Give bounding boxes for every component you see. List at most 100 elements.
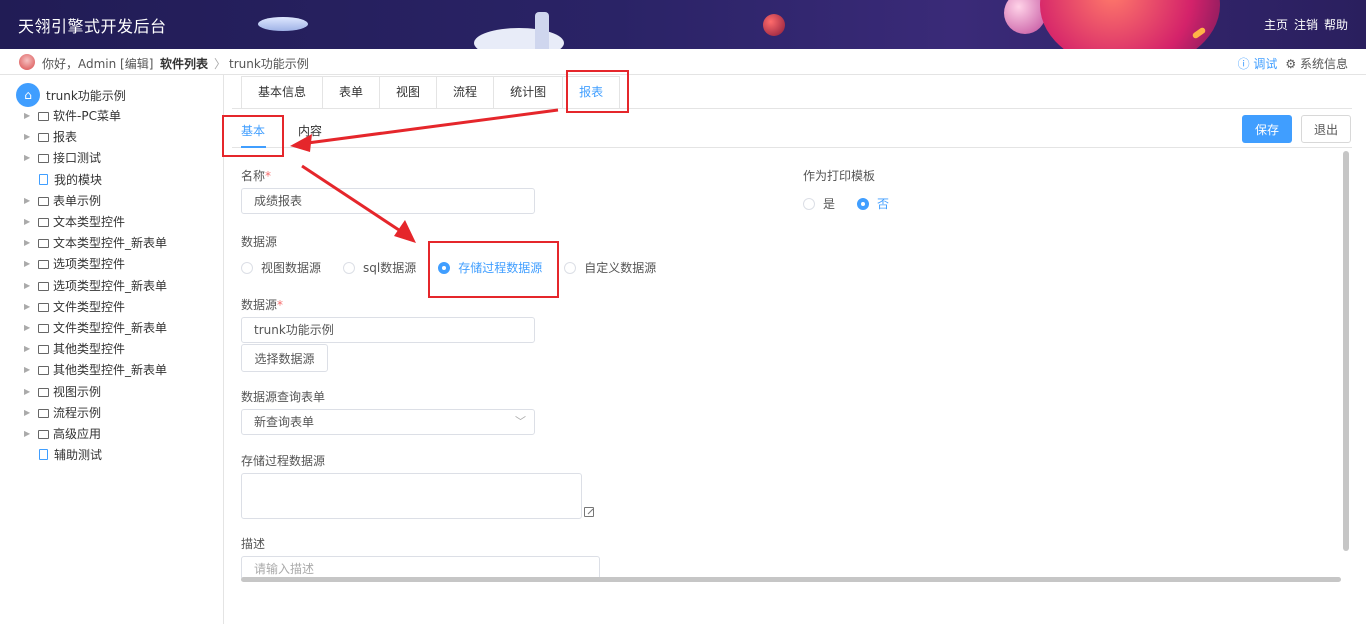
horizontal-scrollbar[interactable] <box>241 577 1341 582</box>
datasource-label: 数据源* <box>241 296 283 313</box>
caret-right-icon[interactable]: ▶ <box>24 281 38 290</box>
required-mark: * <box>277 298 284 312</box>
tree-item[interactable]: ▶ 软件-PC菜单 <box>24 105 219 126</box>
arrow-head <box>394 220 416 243</box>
tree-item-label: 选项类型控件 <box>53 257 126 272</box>
caret-right-icon[interactable]: ▶ <box>24 429 38 438</box>
tree-item[interactable]: ▶ 文件类型控件 <box>24 296 219 317</box>
folder-icon <box>38 323 49 333</box>
tab-basic-info[interactable]: 基本信息 <box>242 77 324 108</box>
name-label: 名称* <box>241 167 271 184</box>
breadcrumb-software-list[interactable]: 软件列表 <box>160 55 208 72</box>
caret-right-icon[interactable]: ▶ <box>24 111 38 120</box>
tree-item[interactable]: ▶辅助测试 <box>24 444 219 465</box>
vertical-scrollbar[interactable] <box>1343 151 1349 551</box>
print-no-radio[interactable]: 否 <box>857 195 889 212</box>
tree-item[interactable]: ▶ 其他类型控件 <box>24 338 219 359</box>
document-icon <box>39 449 48 461</box>
print-template-radios: 是 否 <box>803 195 911 212</box>
tower-illustration <box>535 12 549 49</box>
tab-flow[interactable]: 流程 <box>437 77 495 108</box>
caret-right-icon[interactable]: ▶ <box>24 302 38 311</box>
nav-home-link[interactable]: 主页 <box>1264 16 1288 33</box>
print-yes-radio[interactable]: 是 <box>803 195 835 212</box>
radio-circle <box>803 197 815 210</box>
print-template-label: 作为打印模板 <box>803 169 876 183</box>
caret-right-icon[interactable]: ▶ <box>24 323 38 332</box>
planet-illustration <box>1040 0 1220 49</box>
tree-list: ▶软件-PC菜单 ▶报表 ▶接口测试 ▶我的模块 ▶表单示例 ▶文本类型控件 ▶… <box>24 105 219 465</box>
caret-right-icon[interactable]: ▶ <box>24 153 38 162</box>
breadcrumb-current: trunk功能示例 <box>229 57 309 71</box>
folder-icon <box>38 345 49 355</box>
edit-icon[interactable] <box>584 507 594 517</box>
select-value: 新查询表单 <box>254 415 315 429</box>
stored-procedure-label: 存储过程数据源 <box>241 454 326 468</box>
exit-button[interactable]: 退出 <box>1301 115 1351 143</box>
caret-right-icon[interactable]: ▶ <box>24 408 38 417</box>
folder-icon <box>38 218 49 228</box>
tab-chart[interactable]: 统计图 <box>494 77 564 108</box>
tree-item[interactable]: ▶ 报表 <box>24 126 219 147</box>
tree-item-label: 流程示例 <box>53 405 102 420</box>
sidebar-tree: ⌂ trunk功能示例 ▶软件-PC菜单 ▶报表 ▶接口测试 ▶我的模块 ▶表单… <box>0 75 224 624</box>
tree-item[interactable]: ▶ 文本类型控件 <box>24 211 219 232</box>
choose-datasource-button[interactable]: 选择数据源 <box>241 344 328 372</box>
tree-item[interactable]: ▶ 文件类型控件_新表单 <box>24 317 219 338</box>
home-icon: ⌂ <box>16 83 40 107</box>
caret-right-icon[interactable]: ▶ <box>24 365 38 374</box>
annotation-box-sp-radio <box>428 241 559 298</box>
caret-right-icon[interactable]: ▶ <box>24 217 38 226</box>
name-input[interactable]: 成绩报表 <box>241 188 535 214</box>
tab-view[interactable]: 视图 <box>380 77 438 108</box>
folder-icon <box>38 112 49 122</box>
tab-form[interactable]: 表单 <box>323 77 381 108</box>
tree-item-label: 视图示例 <box>53 384 102 399</box>
radio-label: sql数据源 <box>363 261 417 275</box>
caret-right-icon[interactable]: ▶ <box>24 196 38 205</box>
view-source-radio[interactable]: 视图数据源 <box>241 259 321 276</box>
source-type-label: 数据源 <box>241 235 278 249</box>
custom-source-radio[interactable]: 自定义数据源 <box>564 259 656 276</box>
tree-item[interactable]: ▶ 选项类型控件 <box>24 253 219 274</box>
save-button[interactable]: 保存 <box>1242 115 1292 143</box>
tree-item-label: 我的模块 <box>54 172 103 187</box>
folder-icon <box>38 260 49 270</box>
stored-procedure-textarea[interactable] <box>241 473 582 519</box>
sql-source-radio[interactable]: sql数据源 <box>343 259 416 276</box>
tree-item-label: 文件类型控件 <box>53 299 126 314</box>
nav-logout-link[interactable]: 注销 <box>1294 16 1318 33</box>
greeting-text[interactable]: 你好，Admin [编辑] <box>42 55 153 72</box>
tree-item-label: 文本类型控件_新表单 <box>53 236 168 251</box>
folder-icon <box>38 302 49 312</box>
caret-right-icon[interactable]: ▶ <box>24 132 38 141</box>
tree-item[interactable]: ▶ 选项类型控件_新表单 <box>24 275 219 296</box>
main-tabs: 基本信息 表单 视图 流程 统计图 报表 <box>241 76 621 108</box>
tree-item[interactable]: ▶ 文本类型控件_新表单 <box>24 232 219 253</box>
tree-item[interactable]: ▶ 其他类型控件_新表单 <box>24 359 219 380</box>
datasource-input[interactable]: trunk功能示例 <box>241 317 535 343</box>
radio-label: 视图数据源 <box>261 261 322 275</box>
caret-right-icon[interactable]: ▶ <box>24 344 38 353</box>
system-info-link[interactable]: ⚙ 系统信息 <box>1285 55 1348 72</box>
radio-circle <box>857 197 870 210</box>
tree-root[interactable]: ⌂ trunk功能示例 <box>16 83 126 107</box>
query-form-label: 数据源查询表单 <box>241 390 326 404</box>
avatar <box>19 54 35 70</box>
tree-item[interactable]: ▶ 流程示例 <box>24 402 219 423</box>
tree-item-label: 高级应用 <box>53 426 102 441</box>
subtab-content[interactable]: 内容 <box>298 122 322 139</box>
query-form-select[interactable]: 新查询表单 ﹀ <box>241 409 535 435</box>
caret-right-icon[interactable]: ▶ <box>24 387 38 396</box>
caret-right-icon[interactable]: ▶ <box>24 259 38 268</box>
tree-item[interactable]: ▶ 表单示例 <box>24 190 219 211</box>
tree-item[interactable]: ▶ 接口测试 <box>24 147 219 168</box>
tree-item[interactable]: ▶我的模块 <box>24 169 219 190</box>
tree-item[interactable]: ▶ 高级应用 <box>24 423 219 444</box>
folder-icon <box>38 387 49 397</box>
nav-help-link[interactable]: 帮助 <box>1324 16 1348 33</box>
caret-right-icon[interactable]: ▶ <box>24 238 38 247</box>
radio-circle <box>564 261 577 274</box>
debug-link[interactable]: ⓘ 调试 <box>1238 55 1278 72</box>
tree-item[interactable]: ▶ 视图示例 <box>24 380 219 401</box>
